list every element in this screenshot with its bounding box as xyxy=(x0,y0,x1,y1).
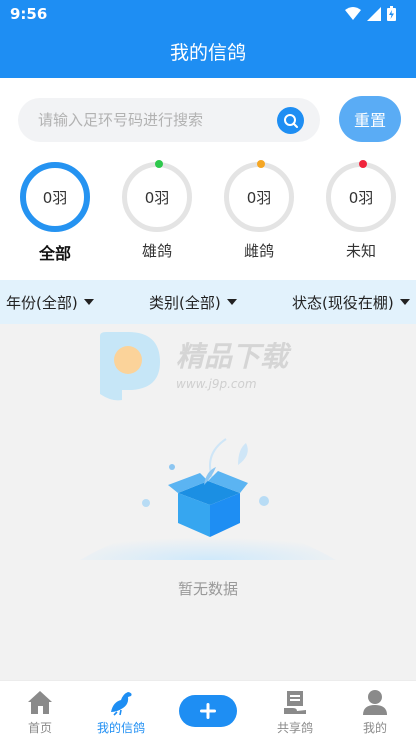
tab-label: 我的信鸽 xyxy=(96,721,145,735)
count-ring: 0羽 xyxy=(326,162,396,232)
filter-bar: 年份(全部) 类别(全部) 状态(现役在棚) xyxy=(0,280,416,324)
tab-my-pigeons[interactable]: 我的信鸽 xyxy=(81,681,161,740)
page-title: 我的信鸽 xyxy=(169,42,246,64)
empty-illustration xyxy=(80,415,336,565)
count-ring: 0羽 xyxy=(20,162,90,232)
share-icon xyxy=(284,691,306,714)
filter-status[interactable]: 状态(现役在棚) xyxy=(292,280,410,324)
signal-icon xyxy=(367,6,381,21)
count-value: 0羽 xyxy=(246,188,272,207)
caret-down-icon xyxy=(83,299,94,305)
category-label: 全部 xyxy=(38,244,71,263)
empty-state-text: 暂无数据 xyxy=(177,580,238,598)
search-input[interactable] xyxy=(38,98,278,142)
tab-home[interactable]: 首页 xyxy=(0,681,80,740)
watermark-logo: 精品下载 www.j9p.com xyxy=(94,330,324,410)
filter-label: 年份(全部) xyxy=(6,293,78,312)
category-unknown[interactable]: 0羽 未知 xyxy=(321,160,401,272)
wifi-icon xyxy=(345,6,361,20)
caret-down-icon xyxy=(399,299,410,305)
category-label: 雌鸽 xyxy=(243,242,274,260)
tab-mine[interactable]: 我的 xyxy=(335,681,415,740)
filter-label: 状态(现役在棚) xyxy=(292,293,394,312)
status-dot xyxy=(359,160,367,168)
filter-type[interactable]: 类别(全部) xyxy=(149,280,237,324)
category-label: 雄鸽 xyxy=(141,242,172,260)
search-box xyxy=(18,98,320,142)
tab-label: 共享鸽 xyxy=(276,721,313,735)
search-icon[interactable] xyxy=(277,107,304,134)
add-icon xyxy=(200,703,216,719)
tab-shared-pigeons[interactable]: 共享鸽 xyxy=(255,681,335,740)
home-icon xyxy=(28,691,52,714)
count-ring: 0羽 xyxy=(224,162,294,232)
user-icon xyxy=(363,690,387,715)
filter-year[interactable]: 年份(全部) xyxy=(6,280,94,324)
tab-label: 我的 xyxy=(362,721,387,735)
count-ring: 0羽 xyxy=(122,162,192,232)
category-label: 未知 xyxy=(345,242,376,260)
watermark-title: 精品下载 xyxy=(176,340,292,373)
reset-button[interactable]: 重置 xyxy=(339,96,401,142)
pigeon-icon xyxy=(111,692,132,716)
app-header: 9:56 我的信鸽 xyxy=(0,0,416,78)
tab-label: 首页 xyxy=(27,721,52,735)
add-pigeon-button[interactable] xyxy=(179,695,237,727)
status-bar: 9:56 xyxy=(0,0,416,28)
status-time: 9:56 xyxy=(10,5,48,23)
status-dot xyxy=(257,160,265,168)
watermark-icon: 精品下载 www.j9p.com xyxy=(100,332,292,401)
battery-icon xyxy=(387,6,396,21)
category-female[interactable]: 0羽 雌鸽 xyxy=(219,160,299,272)
count-value: 0羽 xyxy=(348,188,374,207)
caret-down-icon xyxy=(226,299,237,305)
category-all[interactable]: 0羽 全部 xyxy=(15,162,95,272)
filter-label: 类别(全部) xyxy=(149,293,221,312)
status-icons xyxy=(345,6,396,21)
count-value: 0羽 xyxy=(144,188,170,207)
status-dot xyxy=(155,160,163,168)
count-value: 0羽 xyxy=(42,188,68,207)
watermark-url: www.j9p.com xyxy=(176,377,257,391)
search-and-summary: 重置 0羽 全部 0羽 雄鸽 0羽 雌鸽 0羽 未知 xyxy=(0,78,416,280)
bottom-tab-bar: 首页 我的信鸽 共享鸽 我的 xyxy=(0,680,416,740)
category-male[interactable]: 0羽 雄鸽 xyxy=(117,160,197,272)
